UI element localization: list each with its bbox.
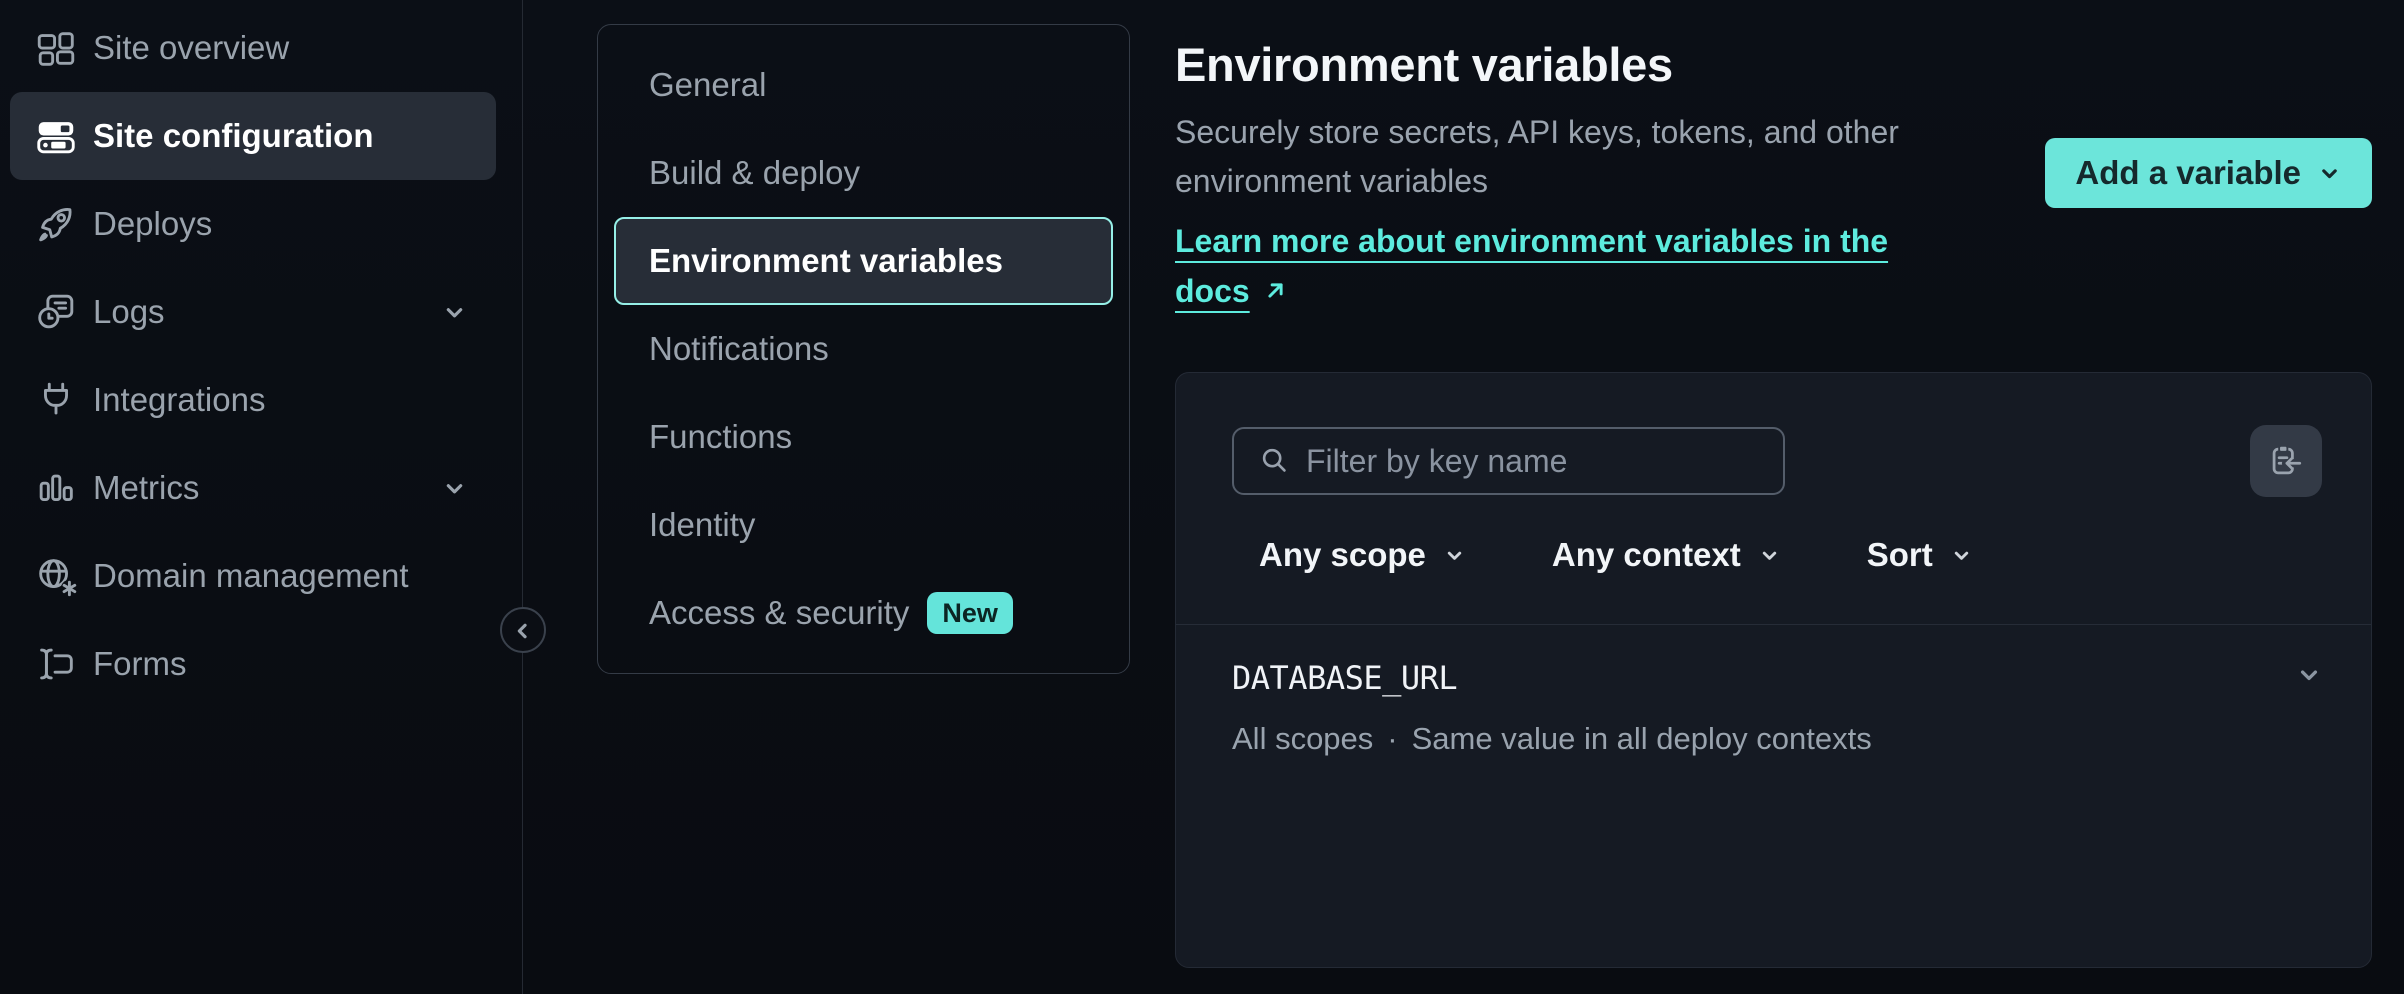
chevron-down-icon	[441, 475, 468, 502]
sidebar-item-domain-management[interactable]: Domain management	[10, 532, 496, 620]
sidebar-item-logs[interactable]: Logs	[10, 268, 496, 356]
main-content: Environment variables Securely store sec…	[1175, 0, 2372, 994]
logs-clock-icon	[33, 289, 79, 335]
search-icon	[1258, 444, 1292, 478]
bar-chart-icon	[33, 465, 79, 511]
sidebar-item-label: Domain management	[93, 557, 409, 595]
page-description: Securely store secrets, API keys, tokens…	[1175, 108, 1925, 206]
config-nav-label: Identity	[649, 506, 755, 544]
env-vars-panel: Any scope Any context Sort DATABASE_URL	[1175, 372, 2372, 968]
import-variables-button[interactable]	[2250, 425, 2322, 497]
config-nav-item-environment-variables[interactable]: Environment variables	[614, 217, 1113, 305]
sidebar-item-label: Forms	[93, 645, 187, 683]
sidebar-item-site-configuration[interactable]: Site configuration	[10, 92, 496, 180]
config-nav-label: General	[649, 66, 766, 104]
env-var-row[interactable]: DATABASE_URL All scopes · Same value in …	[1176, 625, 2371, 757]
globe-icon	[33, 553, 79, 599]
sort-label: Sort	[1867, 536, 1933, 574]
form-input-icon	[33, 641, 79, 687]
sidebar: Site overview Site configuration Deploys	[0, 0, 523, 994]
sidebar-item-label: Site overview	[93, 29, 289, 67]
server-icon	[33, 113, 79, 159]
chevron-down-icon	[1950, 544, 1973, 567]
chevron-down-icon[interactable]	[2295, 661, 2323, 689]
sidebar-item-label: Metrics	[93, 469, 199, 507]
config-nav-item-identity[interactable]: Identity	[614, 481, 1113, 569]
grid-overview-icon	[33, 25, 79, 71]
sidebar-item-label: Integrations	[93, 381, 265, 419]
config-nav-label: Build & deploy	[649, 154, 860, 192]
add-variable-label: Add a variable	[2075, 154, 2301, 192]
env-var-scopes: All scopes	[1232, 721, 1373, 757]
sort-dropdown[interactable]: Sort	[1867, 536, 1973, 574]
config-nav-label: Notifications	[649, 330, 829, 368]
context-filter-label: Any context	[1552, 536, 1741, 574]
env-var-context: Same value in all deploy contexts	[1412, 721, 1872, 757]
chevron-left-icon	[511, 618, 536, 643]
filter-row: Any scope Any context Sort	[1176, 537, 2371, 573]
site-configuration-nav: General Build & deploy Environment varia…	[597, 24, 1130, 674]
sidebar-item-metrics[interactable]: Metrics	[10, 444, 496, 532]
config-nav-item-access-security[interactable]: Access & security New	[614, 569, 1113, 657]
config-nav-item-functions[interactable]: Functions	[614, 393, 1113, 481]
config-nav-item-notifications[interactable]: Notifications	[614, 305, 1113, 393]
meta-separator: ·	[1387, 721, 1397, 757]
filter-key-input[interactable]	[1306, 443, 1763, 480]
rocket-icon	[33, 201, 79, 247]
context-filter-dropdown[interactable]: Any context	[1552, 536, 1781, 574]
config-nav-label: Access & security	[649, 594, 909, 632]
config-nav-item-general[interactable]: General	[614, 41, 1113, 129]
sidebar-collapse-button[interactable]	[500, 607, 546, 653]
add-variable-button[interactable]: Add a variable	[2045, 138, 2372, 208]
config-nav-label: Functions	[649, 418, 792, 456]
chevron-down-icon	[441, 299, 468, 326]
page-title: Environment variables	[1175, 0, 2372, 94]
sidebar-item-label: Site configuration	[93, 117, 374, 155]
env-var-key: DATABASE_URL	[1232, 659, 2318, 697]
docs-link[interactable]: Learn more about environment variables i…	[1175, 216, 1935, 318]
env-var-meta: All scopes · Same value in all deploy co…	[1232, 721, 2318, 757]
sidebar-item-label: Deploys	[93, 205, 212, 243]
sidebar-item-deploys[interactable]: Deploys	[10, 180, 496, 268]
clipboard-import-icon	[2264, 439, 2308, 483]
chevron-down-icon	[1758, 544, 1781, 567]
scope-filter-dropdown[interactable]: Any scope	[1259, 536, 1466, 574]
sidebar-item-site-overview[interactable]: Site overview	[10, 4, 496, 92]
scope-filter-label: Any scope	[1259, 536, 1426, 574]
filter-search-box	[1232, 427, 1785, 495]
arrow-up-right-icon	[1262, 268, 1289, 318]
config-nav-label: Environment variables	[649, 242, 1003, 280]
sidebar-item-label: Logs	[93, 293, 165, 331]
chevron-down-icon	[2317, 161, 2342, 186]
panel-controls-row	[1176, 373, 2371, 497]
plug-icon	[33, 377, 79, 423]
new-badge: New	[927, 592, 1013, 634]
config-nav-item-build-deploy[interactable]: Build & deploy	[614, 129, 1113, 217]
sidebar-item-forms[interactable]: Forms	[10, 620, 496, 708]
sidebar-item-integrations[interactable]: Integrations	[10, 356, 496, 444]
chevron-down-icon	[1443, 544, 1466, 567]
